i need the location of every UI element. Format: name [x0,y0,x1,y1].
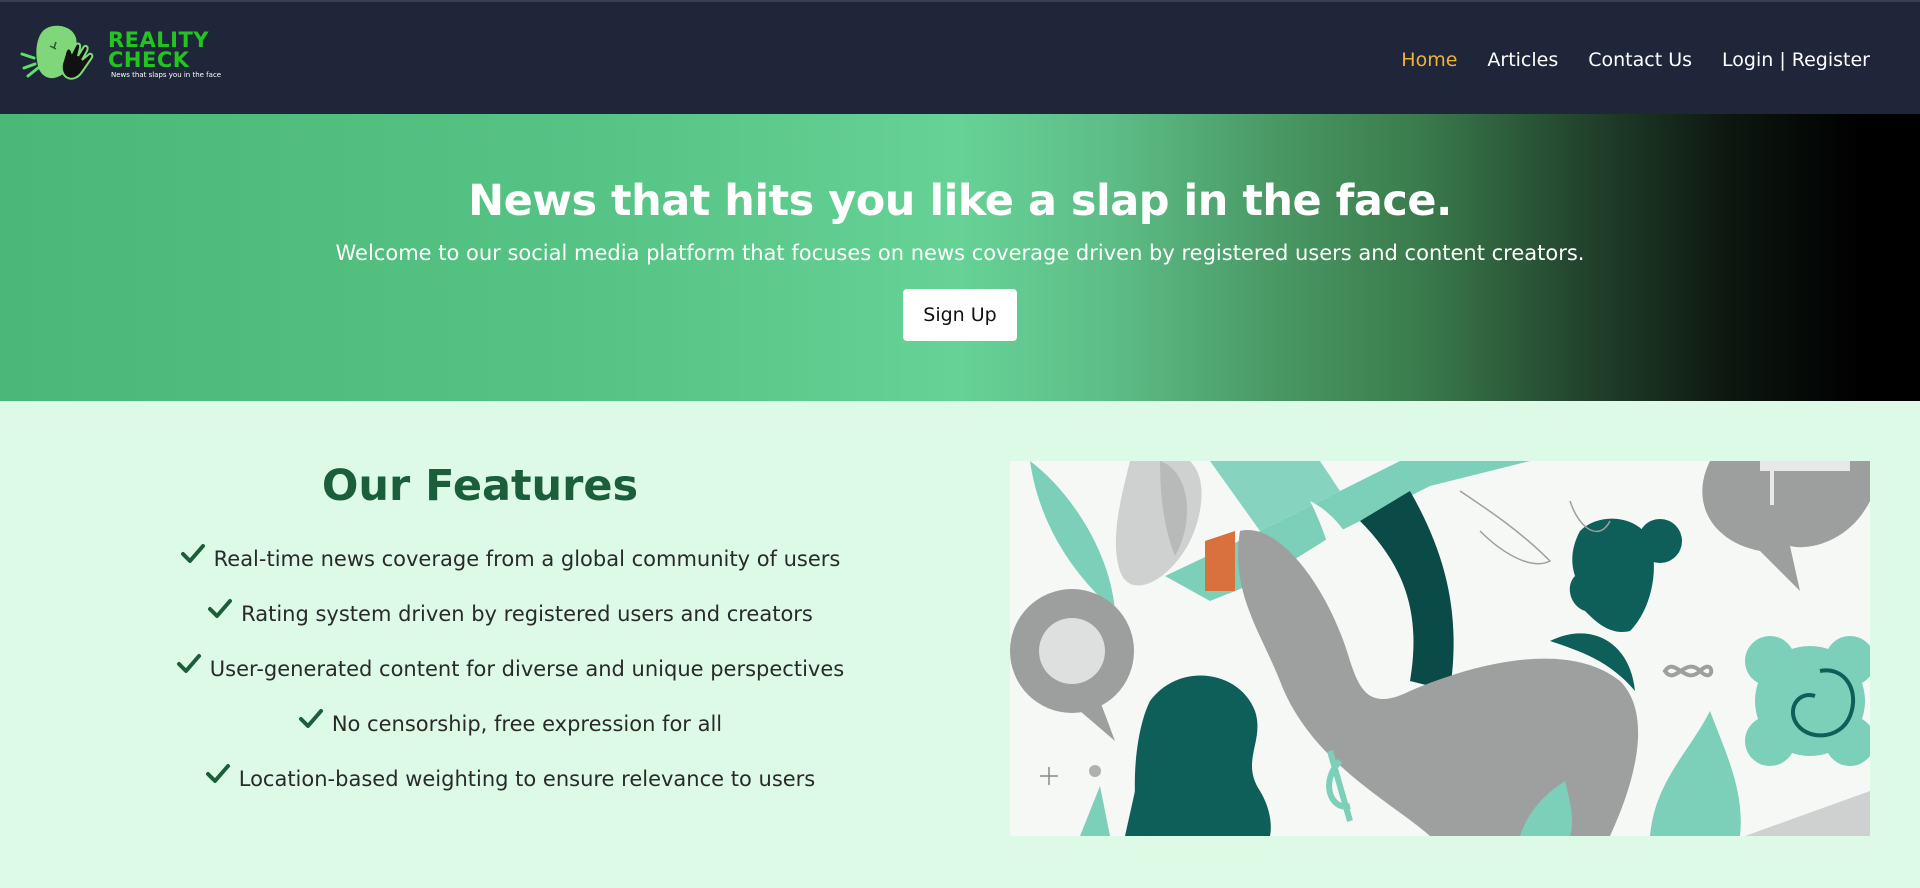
nav-home-link[interactable]: Home [1401,49,1457,71]
feature-text: Location-based weighting to ensure relev… [238,766,816,791]
site-logo[interactable]: REALITY CHECK News that slaps you in the… [20,24,250,96]
feature-item: Real-time news coverage from a global co… [80,531,940,586]
top-navbar: REALITY CHECK News that slaps you in the… [0,0,1920,114]
checkmark-icon [205,763,230,783]
nav-articles-link[interactable]: Articles [1487,49,1558,71]
megaphone-person-illustration [1010,461,1870,836]
checkmark-icon [176,653,201,673]
logo-title: REALITY CHECK [108,28,209,72]
checkmark-icon [208,598,233,618]
feature-text: Rating system driven by registered users… [241,601,813,626]
hero-banner: News that hits you like a slap in the fa… [0,114,1920,401]
nav-login-register-link[interactable]: Login | Register [1722,49,1870,71]
logo-tagline: News that slaps you in the face [111,71,222,79]
main-nav: Home Articles Contact Us Login | Registe… [1401,49,1870,71]
features-title: Our Features [321,461,639,511]
hero-title: News that hits you like a slap in the fa… [468,176,1452,226]
feature-text: Real-time news coverage from a global co… [213,546,841,571]
feature-item: Rating system driven by registered users… [80,586,940,641]
feature-text: User-generated content for diverse and u… [209,656,845,681]
feature-item: No censorship, free expression for all [80,696,940,751]
feature-text: No censorship, free expression for all [331,711,723,736]
checkmark-icon [298,708,323,728]
checkmark-icon [180,543,205,563]
sign-up-button[interactable]: Sign Up [903,289,1017,341]
feature-item: Location-based weighting to ensure relev… [80,751,940,806]
slapped-face-logo-icon [20,25,94,80]
feature-item: User-generated content for diverse and u… [80,641,940,696]
feature-list: Real-time news coverage from a global co… [80,531,940,806]
hero-subtitle: Welcome to our social media platform tha… [335,241,1585,265]
nav-contact-link[interactable]: Contact Us [1588,49,1692,71]
